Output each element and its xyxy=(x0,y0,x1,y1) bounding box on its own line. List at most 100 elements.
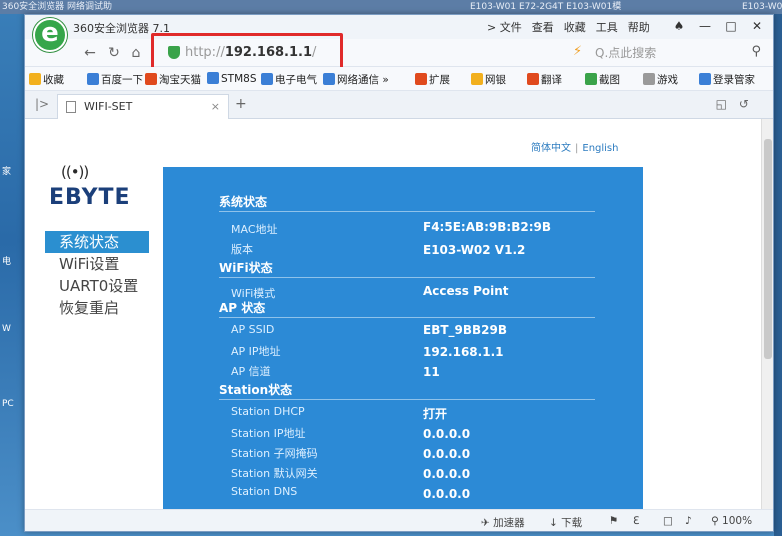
favorites-item[interactable]: 网银 xyxy=(471,72,506,87)
page-viewport: 简体中文 | English ((•)) EBYTE 系统状态 WiFi设置 UAR… xyxy=(25,119,761,509)
section-divider xyxy=(219,277,595,278)
nav-item-system-status[interactable]: 系统状态 xyxy=(45,231,149,253)
station-ip-value: 0.0.0.0 xyxy=(423,427,471,441)
tab-wifi-set[interactable]: WIFI-SET × xyxy=(57,94,229,119)
desktop-right-edge xyxy=(774,14,782,536)
row-label: AP IP地址 xyxy=(231,345,281,358)
nav-item-wifi-settings[interactable]: WiFi设置 xyxy=(59,253,163,275)
row-label: AP SSID xyxy=(231,323,275,336)
folder-icon xyxy=(261,73,273,85)
zoom-control[interactable]: ⚲ 100% xyxy=(711,515,752,527)
tab-title: WIFI-SET xyxy=(84,100,133,113)
favorites-item[interactable]: 游戏 xyxy=(643,72,678,87)
vertical-scrollbar[interactable] xyxy=(761,119,773,509)
favorites-item[interactable]: 百度一下 xyxy=(87,72,143,87)
browser-logo-icon[interactable] xyxy=(33,18,67,52)
url-host: 192.168.1.1 xyxy=(224,45,313,60)
menu-item-favorites[interactable]: 收藏 xyxy=(564,19,586,35)
translate-icon xyxy=(527,73,539,85)
tab-tools-icons[interactable]: ◱↺ xyxy=(716,97,761,111)
menu-bar: > 文件 查看 收藏 工具 帮助 xyxy=(487,19,650,35)
section-divider xyxy=(219,211,595,212)
status-panel: 系统状态 MAC地址 F4:5E:AB:9B:B2:9B 版本 E103-W02… xyxy=(163,167,643,509)
ap-channel-value: 11 xyxy=(423,365,440,379)
title-bar[interactable]: 360安全浏览器 7.1 > 文件 查看 收藏 工具 帮助 ♠ — □ ✕ xyxy=(25,15,773,52)
favorites-item[interactable]: 登录管家 xyxy=(699,72,755,87)
station-dns-value: 0.0.0.0 xyxy=(423,487,471,501)
search-icon[interactable]: ⚲ xyxy=(751,44,761,59)
favorites-item[interactable]: 收藏 xyxy=(29,72,64,87)
menu-item-tools[interactable]: 工具 xyxy=(596,19,618,35)
nav-item-restore-restart[interactable]: 恢复重启 xyxy=(59,297,163,319)
desktop-icons: 家 电 W PC xyxy=(0,14,24,536)
menu-item-file[interactable]: > 文件 xyxy=(487,19,522,35)
star-icon xyxy=(29,73,41,85)
desktop-icon-label[interactable]: 家 xyxy=(2,164,20,177)
wireless-waves-icon: ((•)) xyxy=(61,163,89,181)
favorites-item[interactable]: 淘宝天猫 xyxy=(145,72,201,87)
download-button[interactable]: ↓ 下载 xyxy=(549,515,582,530)
lightning-icon[interactable]: ⚡ xyxy=(573,44,582,59)
station-gateway-value: 0.0.0.0 xyxy=(423,467,471,481)
section-divider xyxy=(219,317,595,318)
skin-icon[interactable]: ♠ xyxy=(667,17,691,35)
menu-item-help[interactable]: 帮助 xyxy=(628,19,650,35)
screenshot-icon xyxy=(585,73,597,85)
paw-icon xyxy=(87,73,99,85)
search-input[interactable]: Q.点此搜索 xyxy=(595,44,656,61)
wifi-mode-value: Access Point xyxy=(423,284,509,298)
scrollbar-thumb[interactable] xyxy=(764,139,772,359)
maximize-button[interactable]: □ xyxy=(719,17,743,35)
favorites-item[interactable]: 扩展 xyxy=(415,72,450,87)
sidebar-toggle-icon[interactable]: |> xyxy=(35,97,49,111)
row-label: Station 默认网关 xyxy=(231,467,318,480)
station-netmask-value: 0.0.0.0 xyxy=(423,447,471,461)
ap-ip-value: 192.168.1.1 xyxy=(423,345,504,359)
tab-bar: |> WIFI-SET × + ◱↺ xyxy=(25,91,773,119)
desktop-icon-label[interactable]: PC xyxy=(2,399,20,409)
lang-en-link[interactable]: English xyxy=(582,143,618,154)
lang-zh-link[interactable]: 简体中文 xyxy=(531,143,571,154)
close-button[interactable]: ✕ xyxy=(745,17,769,35)
page-icon xyxy=(66,101,76,113)
desktop-top-mid-text: E103-W01 E72-2G4T E103-W01模 xyxy=(470,2,622,12)
shield-icon xyxy=(168,46,180,59)
back-arrow-icon[interactable]: ← xyxy=(81,44,99,62)
favorites-item[interactable]: 截图 xyxy=(585,72,620,87)
mac-address-value: F4:5E:AB:9B:B2:9B xyxy=(423,220,552,234)
row-label: 版本 xyxy=(231,243,253,256)
refresh-icon[interactable]: ↻ xyxy=(105,44,123,62)
accelerator-button[interactable]: ✈ 加速器 xyxy=(481,515,525,530)
flag-icon[interactable]: ⚑ xyxy=(609,515,618,527)
folder-icon xyxy=(323,73,335,85)
tab-close-icon[interactable]: × xyxy=(211,95,220,118)
section-title-system: 系统状态 xyxy=(219,195,268,209)
app-title: 360安全浏览器 7.1 xyxy=(73,22,170,35)
home-icon[interactable]: ⌂ xyxy=(127,44,145,62)
ap-ssid-value: EBT_9BB29B xyxy=(423,323,508,337)
minimize-button[interactable]: — xyxy=(693,17,717,35)
station-dhcp-value: 打开 xyxy=(423,407,448,421)
ie-icon[interactable]: ℇ xyxy=(633,515,639,527)
sound-icon[interactable]: ♪ xyxy=(685,515,692,527)
window-icon[interactable]: □ xyxy=(663,515,673,527)
extension-icon xyxy=(415,73,427,85)
row-label: Station DHCP xyxy=(231,405,305,418)
favorites-item[interactable]: STM8S xyxy=(207,72,256,85)
menu-item-view[interactable]: 查看 xyxy=(532,19,554,35)
desktop-icon-label[interactable]: 电 xyxy=(2,254,20,267)
desktop-icon-label[interactable]: W xyxy=(2,324,20,334)
desktop-top-left-text: 360安全浏览器 网络调试助 xyxy=(2,2,113,12)
url-input[interactable]: http://192.168.1.1/ xyxy=(165,42,317,64)
login-icon xyxy=(699,73,711,85)
desktop-top-right-text: E103-W01 xyxy=(742,2,782,12)
favorites-item[interactable]: 电子电气 xyxy=(261,72,317,87)
section-title-ap: AP 状态 xyxy=(219,301,266,315)
favorites-item[interactable]: 翻译 xyxy=(527,72,562,87)
url-path: / xyxy=(312,45,317,60)
new-tab-button[interactable]: + xyxy=(235,96,247,112)
row-label: AP 信道 xyxy=(231,365,271,378)
nav-item-uart0-settings[interactable]: UART0设置 xyxy=(59,275,163,297)
url-scheme: http:// xyxy=(185,45,225,60)
favorites-item[interactable]: 网络通信 » xyxy=(323,72,389,87)
